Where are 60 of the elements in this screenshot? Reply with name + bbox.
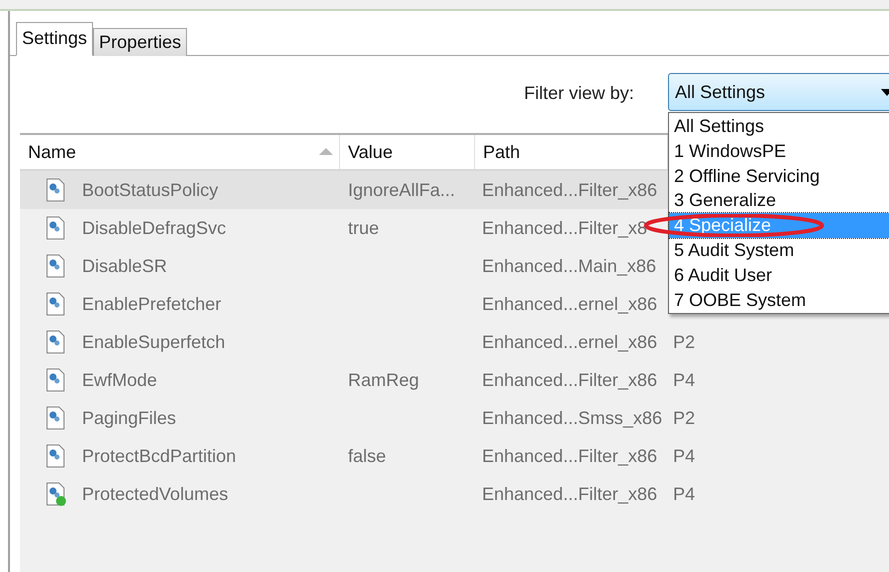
setting-name: EwfMode: [82, 370, 158, 390]
setting-path: Enhanced...Filter_x86: [482, 484, 658, 504]
setting-path: Enhanced...ernel_x86: [482, 332, 658, 352]
setting-name: ProtectBcdPartition: [82, 446, 236, 466]
dropdown-option[interactable]: 6 Audit User: [669, 262, 889, 288]
settings-file-icon: [46, 368, 66, 392]
sort-arrow-icon: [319, 148, 333, 155]
setting-value: true: [348, 218, 380, 238]
setting-name: EnableSuperfetch: [82, 332, 226, 352]
settings-file-add-icon: [46, 482, 66, 506]
column-header[interactable]: Value: [340, 135, 475, 169]
table-row[interactable]: EwfMode RamReg Enhanced...Filter_x86 P4: [20, 361, 700, 399]
tab[interactable]: Settings: [16, 22, 94, 56]
filter-label: Filter view by:: [524, 83, 634, 104]
dropdown-option[interactable]: 5 Audit System: [669, 238, 889, 263]
dropdown-option[interactable]: 1 WindowsPE: [669, 138, 889, 164]
setting-path: Enhanced...Filter_x8: [482, 218, 648, 238]
setting-name: BootStatusPolicy: [82, 180, 218, 200]
setting-value: false: [348, 446, 386, 466]
table-row[interactable]: EnableSuperfetch Enhanced...ernel_x86 P2: [20, 323, 700, 361]
table-row[interactable]: EnablePrefetcher Enhanced...ernel_x86: [20, 285, 668, 323]
setting-pass: P2: [673, 332, 696, 352]
settings-file-icon: [46, 178, 66, 202]
column-header[interactable]: Name: [20, 135, 340, 169]
setting-name: DisableDefragSvc: [82, 218, 226, 238]
table-row[interactable]: DisableDefragSvc true Enhanced...Filter_x8: [20, 209, 668, 247]
setting-pass: P4: [673, 370, 696, 390]
settings-file-icon: [46, 292, 66, 316]
setting-path: Enhanced...ernel_x86: [482, 294, 658, 314]
setting-path: Enhanced...Filter_x86: [482, 370, 658, 390]
setting-pass: P4: [673, 484, 696, 504]
table-row[interactable]: ProtectedVolumes Enhanced...Filter_x86 P4: [20, 475, 700, 513]
dropdown-option[interactable]: 2 Offline Servicing: [669, 164, 889, 188]
settings-file-icon: [46, 330, 66, 354]
dropdown-option[interactable]: 3 Generalize: [669, 188, 889, 214]
setting-path: Enhanced...Filter_x86: [482, 180, 658, 200]
selected-row[interactable]: BootStatusPolicy IgnoreAllFa... Enhanced...Filter_x86: [20, 171, 668, 209]
settings-file-icon: [46, 406, 66, 430]
settings-file-icon: [46, 444, 66, 468]
setting-value: RamReg: [348, 370, 420, 390]
setting-path: Enhanced...Smss_x86: [482, 408, 662, 428]
table-row[interactable]: PagingFiles Enhanced...Smss_x86 P2: [20, 399, 700, 437]
setting-name: ProtectedVolumes: [82, 484, 228, 504]
dropdown-option[interactable]: 7 OOBE System: [669, 288, 889, 312]
setting-value: IgnoreAllFa...: [348, 180, 456, 200]
settings-file-icon: [46, 216, 66, 240]
setting-name: PagingFiles: [82, 408, 176, 428]
setting-name: EnablePrefetcher: [82, 294, 222, 314]
setting-pass: P4: [673, 446, 696, 466]
table-row[interactable]: DisableSR Enhanced...Main_x86: [20, 247, 668, 285]
tab[interactable]: Properties: [93, 28, 188, 56]
setting-path: Enhanced...Filter_x86: [482, 446, 658, 466]
settings-file-icon: [46, 254, 66, 278]
table-row[interactable]: ProtectBcdPartition false Enhanced...Filter_x86 P4: [20, 437, 700, 475]
setting-name: DisableSR: [82, 256, 168, 276]
dropdown-option[interactable]: All Settings: [669, 114, 889, 139]
column-header[interactable]: Path: [475, 135, 668, 169]
setting-pass: P2: [673, 408, 696, 428]
filter-dropdown[interactable]: All Settings: [668, 73, 889, 111]
setting-path: Enhanced...Main_x86: [482, 256, 656, 276]
